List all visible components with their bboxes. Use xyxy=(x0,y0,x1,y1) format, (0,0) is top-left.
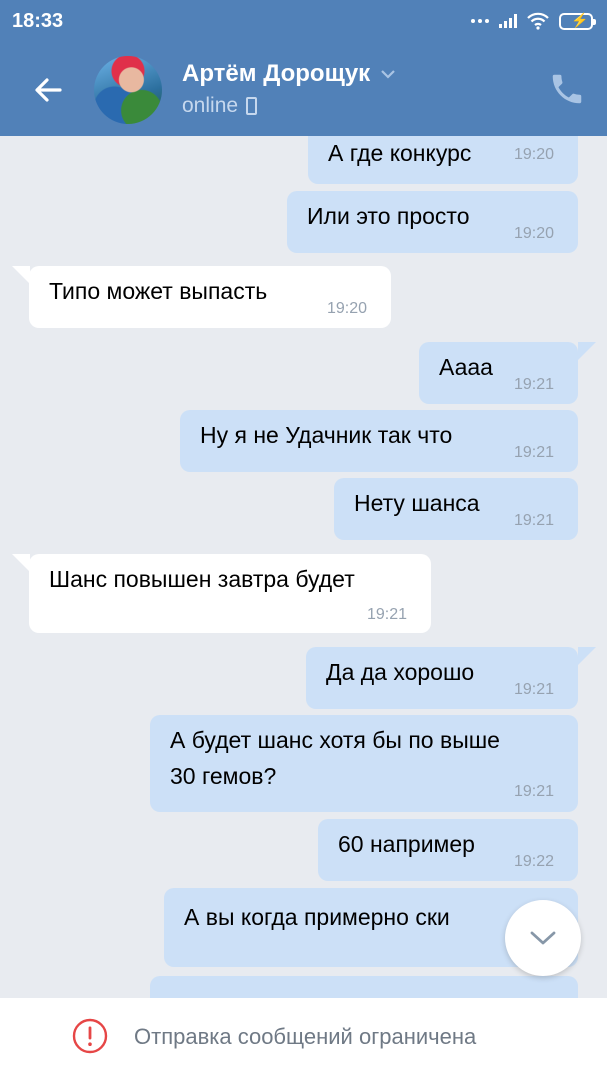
message-time: 19:20 xyxy=(514,225,555,242)
message-time: 19:21 xyxy=(367,606,408,623)
message-text-line2: 30 гемов? xyxy=(170,763,277,789)
battery-icon: ⚡ xyxy=(559,12,596,30)
message-text: Или это просто xyxy=(307,203,470,229)
message-time: 19:20 xyxy=(514,146,555,163)
status-bar: 18:33 ⚡ xyxy=(0,0,607,44)
message-bubble[interactable]: 60 например 19:22 xyxy=(318,819,578,881)
message-bubble[interactable]: А где конкурс 19:20 xyxy=(308,136,578,184)
app-header: 18:33 ⚡ Артём Дорощук online xyxy=(0,0,607,136)
contact-name-text: Артём Дорощук xyxy=(182,60,371,87)
status-time: 18:33 xyxy=(12,10,64,32)
message-bubble[interactable]: Аааа 19:21 xyxy=(419,342,578,404)
presence-text: online xyxy=(182,94,239,117)
bubble-tail xyxy=(12,266,30,284)
bubble-tail xyxy=(578,647,596,665)
chevron-down-icon xyxy=(381,70,395,79)
message-text: А вы когда примерно ски xyxy=(184,904,450,930)
message-time: 19:21 xyxy=(514,376,555,393)
message-time: 19:22 xyxy=(514,853,555,870)
message-time: 19:21 xyxy=(514,512,555,529)
bubble-tail xyxy=(578,342,596,360)
message-time: 19:21 xyxy=(514,681,555,698)
chevron-down-icon xyxy=(530,931,556,945)
mobile-icon xyxy=(246,97,258,115)
message-list[interactable]: А где конкурс 19:20 Или это просто 19:20… xyxy=(0,136,607,998)
wifi-icon xyxy=(527,12,549,30)
message-text: 60 например xyxy=(338,831,475,857)
message-text: Шанс повышен завтра будет xyxy=(49,566,355,592)
contact-name[interactable]: Артём Дорощук xyxy=(182,60,396,88)
message-bubble[interactable]: Шанс повышен завтра будет 19:21 xyxy=(29,554,431,633)
message-bubble[interactable]: Нету шанса 19:21 xyxy=(334,478,578,540)
bubble-tail xyxy=(12,554,30,572)
presence-status: online xyxy=(182,94,258,118)
message-text: Аааа xyxy=(439,354,493,380)
status-icons: ⚡ xyxy=(471,12,596,30)
message-bubble[interactable] xyxy=(150,976,578,998)
message-text: Нету шанса xyxy=(354,490,480,516)
message-text: Да да хорошо xyxy=(326,659,475,685)
message-text: А где конкурс xyxy=(328,140,472,166)
scroll-down-button[interactable] xyxy=(505,900,581,976)
message-bubble[interactable]: Ну я не Удачник так что 19:21 xyxy=(180,410,578,472)
message-text: Ну я не Удачник так что xyxy=(200,422,453,448)
restriction-message: Отправка сообщений ограничена xyxy=(134,1024,477,1049)
message-text: Типо может выпасть xyxy=(49,278,268,304)
message-bubble[interactable]: Или это просто 19:20 xyxy=(287,191,578,253)
message-text: А будет шанс хотя бы по выше xyxy=(170,727,500,753)
message-time: 19:21 xyxy=(514,783,555,800)
more-dots-icon xyxy=(471,19,489,23)
phone-icon[interactable] xyxy=(548,70,586,108)
message-bubble[interactable]: Типо может выпасть 19:20 xyxy=(29,266,391,328)
composer-restricted-bar: Отправка сообщений ограничена xyxy=(0,998,607,1080)
message-bubble[interactable]: Да да хорошо 19:21 xyxy=(306,647,578,709)
warning-icon xyxy=(72,1018,108,1054)
back-arrow-icon[interactable] xyxy=(28,70,68,110)
message-time: 19:21 xyxy=(514,444,555,461)
message-bubble[interactable]: А будет шанс хотя бы по выше 30 гемов? 1… xyxy=(150,715,578,812)
message-time: 19:20 xyxy=(327,300,368,317)
avatar[interactable] xyxy=(94,56,162,124)
signal-icon xyxy=(499,14,517,28)
